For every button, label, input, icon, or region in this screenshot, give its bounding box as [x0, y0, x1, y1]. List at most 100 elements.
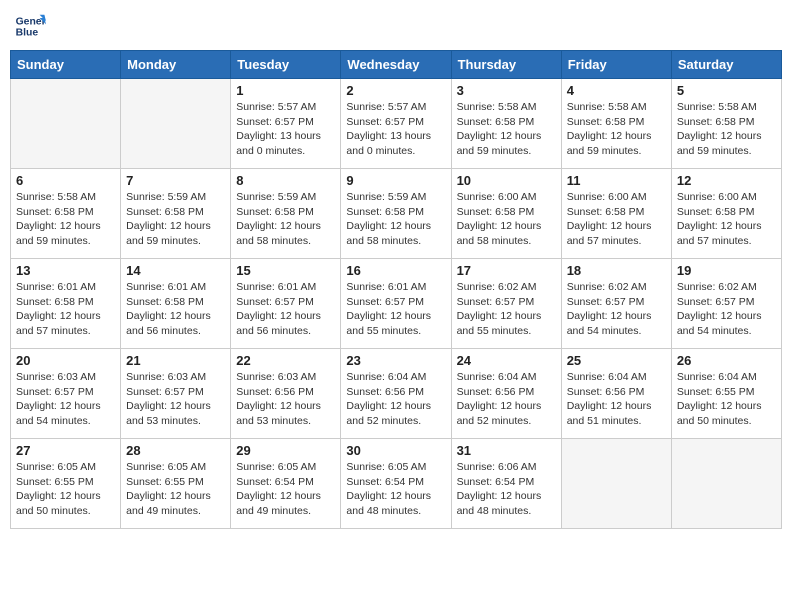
day-number: 18: [567, 263, 666, 278]
day-info: Sunrise: 5:59 AM Sunset: 6:58 PM Dayligh…: [236, 190, 335, 249]
calendar-cell: 21 Sunrise: 6:03 AM Sunset: 6:57 PM Dayli…: [121, 349, 231, 439]
calendar-week-row: 1Sunrise: 5:57 AM Sunset: 6:57 PM Daylig…: [11, 79, 782, 169]
calendar-cell: 18 Sunrise: 6:02 AM Sunset: 6:57 PM Dayli…: [561, 259, 671, 349]
day-number: 3: [457, 83, 556, 98]
calendar-table: SundayMondayTuesdayWednesdayThursdayFrid…: [10, 50, 782, 529]
calendar-cell: 12 Sunrise: 6:00 AM Sunset: 6:58 PM Dayli…: [671, 169, 781, 259]
logo-icon: General Blue: [14, 10, 46, 42]
day-info: Sunrise: 5:59 AM Sunset: 6:58 PM Dayligh…: [346, 190, 445, 249]
day-info: Sunrise: 6:04 AM Sunset: 6:56 PM Dayligh…: [346, 370, 445, 429]
day-number: 2: [346, 83, 445, 98]
day-number: 21: [126, 353, 225, 368]
day-number: 16: [346, 263, 445, 278]
calendar-cell: 1Sunrise: 5:57 AM Sunset: 6:57 PM Daylig…: [231, 79, 341, 169]
day-info: Sunrise: 6:05 AM Sunset: 6:55 PM Dayligh…: [16, 460, 115, 519]
day-info: Sunrise: 5:58 AM Sunset: 6:58 PM Dayligh…: [457, 100, 556, 159]
day-number: 19: [677, 263, 776, 278]
day-number: 31: [457, 443, 556, 458]
calendar-cell: 2 Sunrise: 5:57 AM Sunset: 6:57 PM Daylig…: [341, 79, 451, 169]
day-number: 9: [346, 173, 445, 188]
day-number: 10: [457, 173, 556, 188]
day-info: Sunrise: 6:01 AM Sunset: 6:57 PM Dayligh…: [346, 280, 445, 339]
weekday-header: Thursday: [451, 51, 561, 79]
calendar-cell: 8 Sunrise: 5:59 AM Sunset: 6:58 PM Daylig…: [231, 169, 341, 259]
day-info: Sunrise: 6:01 AM Sunset: 6:57 PM Dayligh…: [236, 280, 335, 339]
day-number: 28: [126, 443, 225, 458]
day-number: 25: [567, 353, 666, 368]
day-number: 20: [16, 353, 115, 368]
calendar-cell: 15 Sunrise: 6:01 AM Sunset: 6:57 PM Dayli…: [231, 259, 341, 349]
calendar-cell: 10Sunrise: 6:00 AM Sunset: 6:58 PM Dayli…: [451, 169, 561, 259]
calendar-cell: [671, 439, 781, 529]
day-info: Sunrise: 6:05 AM Sunset: 6:55 PM Dayligh…: [126, 460, 225, 519]
calendar-cell: [121, 79, 231, 169]
calendar-cell: 20 Sunrise: 6:03 AM Sunset: 6:57 PM Dayli…: [11, 349, 121, 439]
calendar-week-row: 6 Sunrise: 5:58 AM Sunset: 6:58 PM Daylig…: [11, 169, 782, 259]
calendar-cell: 19 Sunrise: 6:02 AM Sunset: 6:57 PM Dayli…: [671, 259, 781, 349]
day-info: Sunrise: 6:05 AM Sunset: 6:54 PM Dayligh…: [236, 460, 335, 519]
day-info: Sunrise: 6:04 AM Sunset: 6:55 PM Dayligh…: [677, 370, 776, 429]
day-info: Sunrise: 5:57 AM Sunset: 6:57 PM Dayligh…: [236, 100, 335, 159]
calendar-cell: 28 Sunrise: 6:05 AM Sunset: 6:55 PM Dayli…: [121, 439, 231, 529]
calendar-cell: 25 Sunrise: 6:04 AM Sunset: 6:56 PM Dayli…: [561, 349, 671, 439]
day-number: 17: [457, 263, 556, 278]
calendar-cell: 5 Sunrise: 5:58 AM Sunset: 6:58 PM Daylig…: [671, 79, 781, 169]
day-info: Sunrise: 6:03 AM Sunset: 6:56 PM Dayligh…: [236, 370, 335, 429]
day-number: 12: [677, 173, 776, 188]
day-number: 6: [16, 173, 115, 188]
day-info: Sunrise: 6:02 AM Sunset: 6:57 PM Dayligh…: [567, 280, 666, 339]
calendar-cell: 16 Sunrise: 6:01 AM Sunset: 6:57 PM Dayli…: [341, 259, 451, 349]
calendar-cell: [11, 79, 121, 169]
day-number: 4: [567, 83, 666, 98]
calendar-cell: 26Sunrise: 6:04 AM Sunset: 6:55 PM Dayli…: [671, 349, 781, 439]
weekday-header: Saturday: [671, 51, 781, 79]
calendar-week-row: 27 Sunrise: 6:05 AM Sunset: 6:55 PM Dayli…: [11, 439, 782, 529]
day-info: Sunrise: 5:57 AM Sunset: 6:57 PM Dayligh…: [346, 100, 445, 159]
day-info: Sunrise: 6:03 AM Sunset: 6:57 PM Dayligh…: [16, 370, 115, 429]
calendar-cell: 14 Sunrise: 6:01 AM Sunset: 6:58 PM Dayli…: [121, 259, 231, 349]
day-info: Sunrise: 6:01 AM Sunset: 6:58 PM Dayligh…: [126, 280, 225, 339]
svg-text:Blue: Blue: [16, 28, 39, 39]
day-number: 27: [16, 443, 115, 458]
day-number: 14: [126, 263, 225, 278]
day-number: 13: [16, 263, 115, 278]
calendar-cell: [561, 439, 671, 529]
day-info: Sunrise: 6:01 AM Sunset: 6:58 PM Dayligh…: [16, 280, 115, 339]
calendar-cell: 9 Sunrise: 5:59 AM Sunset: 6:58 PM Daylig…: [341, 169, 451, 259]
weekday-header: Monday: [121, 51, 231, 79]
day-number: 7: [126, 173, 225, 188]
day-number: 15: [236, 263, 335, 278]
weekday-header: Sunday: [11, 51, 121, 79]
calendar-cell: 4 Sunrise: 5:58 AM Sunset: 6:58 PM Daylig…: [561, 79, 671, 169]
calendar-cell: 22Sunrise: 6:03 AM Sunset: 6:56 PM Dayli…: [231, 349, 341, 439]
day-info: Sunrise: 6:04 AM Sunset: 6:56 PM Dayligh…: [567, 370, 666, 429]
weekday-header: Friday: [561, 51, 671, 79]
calendar-cell: 6 Sunrise: 5:58 AM Sunset: 6:58 PM Daylig…: [11, 169, 121, 259]
calendar-cell: 23Sunrise: 6:04 AM Sunset: 6:56 PM Dayli…: [341, 349, 451, 439]
day-number: 30: [346, 443, 445, 458]
day-info: Sunrise: 5:59 AM Sunset: 6:58 PM Dayligh…: [126, 190, 225, 249]
calendar-header-row: SundayMondayTuesdayWednesdayThursdayFrid…: [11, 51, 782, 79]
calendar-week-row: 13 Sunrise: 6:01 AM Sunset: 6:58 PM Dayli…: [11, 259, 782, 349]
day-info: Sunrise: 5:58 AM Sunset: 6:58 PM Dayligh…: [677, 100, 776, 159]
calendar-cell: 11Sunrise: 6:00 AM Sunset: 6:58 PM Dayli…: [561, 169, 671, 259]
day-info: Sunrise: 6:02 AM Sunset: 6:57 PM Dayligh…: [457, 280, 556, 339]
day-info: Sunrise: 6:05 AM Sunset: 6:54 PM Dayligh…: [346, 460, 445, 519]
calendar-cell: 3 Sunrise: 5:58 AM Sunset: 6:58 PM Daylig…: [451, 79, 561, 169]
calendar-cell: 7 Sunrise: 5:59 AM Sunset: 6:58 PM Daylig…: [121, 169, 231, 259]
day-info: Sunrise: 5:58 AM Sunset: 6:58 PM Dayligh…: [567, 100, 666, 159]
day-number: 5: [677, 83, 776, 98]
day-info: Sunrise: 6:04 AM Sunset: 6:56 PM Dayligh…: [457, 370, 556, 429]
day-info: Sunrise: 6:03 AM Sunset: 6:57 PM Dayligh…: [126, 370, 225, 429]
calendar-week-row: 20 Sunrise: 6:03 AM Sunset: 6:57 PM Dayli…: [11, 349, 782, 439]
day-number: 29: [236, 443, 335, 458]
calendar-cell: 13 Sunrise: 6:01 AM Sunset: 6:58 PM Dayli…: [11, 259, 121, 349]
page-header: General Blue: [10, 10, 782, 42]
day-number: 8: [236, 173, 335, 188]
day-info: Sunrise: 6:06 AM Sunset: 6:54 PM Dayligh…: [457, 460, 556, 519]
day-info: Sunrise: 6:00 AM Sunset: 6:58 PM Dayligh…: [677, 190, 776, 249]
day-info: Sunrise: 6:02 AM Sunset: 6:57 PM Dayligh…: [677, 280, 776, 339]
calendar-cell: 29 Sunrise: 6:05 AM Sunset: 6:54 PM Dayli…: [231, 439, 341, 529]
calendar-cell: 27 Sunrise: 6:05 AM Sunset: 6:55 PM Dayli…: [11, 439, 121, 529]
day-info: Sunrise: 5:58 AM Sunset: 6:58 PM Dayligh…: [16, 190, 115, 249]
